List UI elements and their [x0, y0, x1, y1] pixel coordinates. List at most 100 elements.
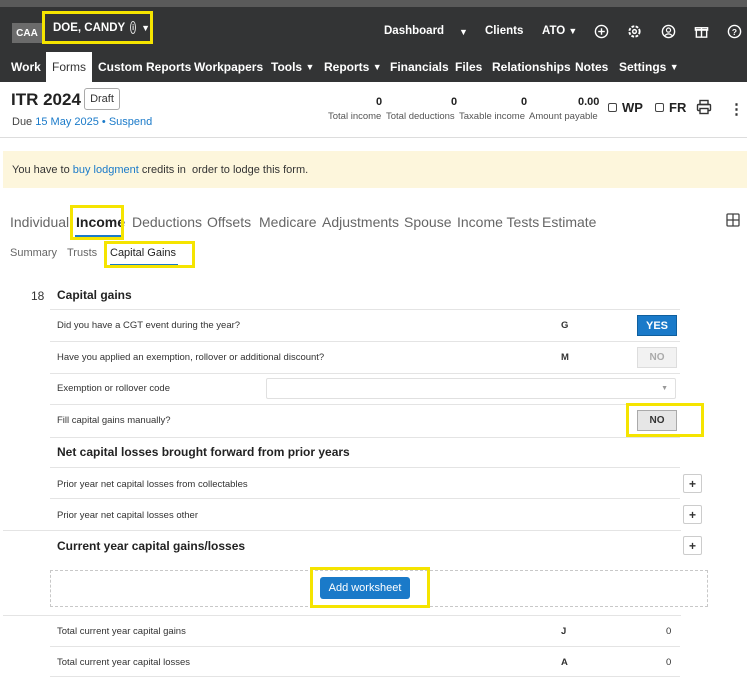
- status-badge: Draft: [84, 88, 120, 110]
- active-tab-indicator: [75, 235, 121, 237]
- subtab-trusts[interactable]: Trusts: [67, 247, 97, 259]
- section-title: Capital gains: [57, 288, 132, 302]
- tab-estimate[interactable]: Estimate: [542, 214, 596, 230]
- total-income-value: 0: [376, 96, 383, 108]
- fr-label: FR: [669, 100, 687, 115]
- client-selector[interactable]: DOE, CANDY i ▼: [42, 11, 153, 44]
- add-loss-other-button[interactable]: +: [683, 505, 702, 524]
- menu-financials[interactable]: Financials: [390, 52, 449, 82]
- warning-suffix: credits in order to lodge this form.: [138, 163, 309, 176]
- active-subtab-indicator: [110, 264, 178, 266]
- menu-tools[interactable]: Tools ▼: [271, 52, 314, 82]
- row-divider: [50, 437, 680, 438]
- user-icon[interactable]: [661, 24, 676, 39]
- manual-gains-no-button[interactable]: NO: [637, 410, 677, 431]
- ato-menu[interactable]: ATO ▼: [542, 25, 577, 37]
- menu-files[interactable]: Files: [455, 52, 482, 82]
- total-losses-label: Total current year capital losses: [57, 657, 191, 668]
- form-title: ITR 2024: [11, 90, 81, 109]
- due-line: Due 15 May 2025 • Suspend: [12, 116, 152, 128]
- dashboard-link[interactable]: Dashboard: [384, 25, 444, 37]
- help-icon[interactable]: ?: [727, 24, 742, 39]
- info-icon[interactable]: i: [130, 21, 137, 34]
- printer-icon[interactable]: [696, 99, 712, 115]
- divider: [0, 137, 747, 138]
- tab-adjustments[interactable]: Adjustments: [322, 214, 399, 230]
- taxable-income-value: 0: [521, 96, 528, 108]
- menu-relationships[interactable]: Relationships: [492, 52, 571, 82]
- lodgment-warning: You have to buy lodgment credits in orde…: [3, 151, 747, 188]
- svg-text:?: ?: [732, 27, 737, 37]
- total-losses-value: 0: [666, 657, 672, 668]
- wp-checkbox[interactable]: [608, 103, 617, 112]
- tab-offsets[interactable]: Offsets: [207, 214, 251, 230]
- grid-layout-icon[interactable]: [726, 213, 740, 227]
- wp-label: WP: [622, 100, 643, 115]
- tab-medicare[interactable]: Medicare: [259, 214, 317, 230]
- due-separator: •: [98, 116, 109, 128]
- subtab-capital-gains[interactable]: Capital Gains: [110, 247, 176, 259]
- dashboard-dropdown-icon[interactable]: ▼: [459, 27, 468, 37]
- total-deductions-label: Total deductions: [386, 111, 455, 122]
- row-divider: [50, 467, 680, 468]
- top-strip: [0, 0, 747, 7]
- row-divider: [3, 530, 681, 531]
- manual-gains-question: Fill capital gains manually?: [57, 415, 171, 426]
- menu-forms[interactable]: Forms: [46, 52, 92, 82]
- exemption-no-button[interactable]: NO: [637, 347, 677, 368]
- current-year-heading: Current year capital gains/losses: [57, 539, 246, 553]
- cgt-event-yes-button[interactable]: YES: [637, 315, 677, 336]
- clients-link[interactable]: Clients: [485, 25, 523, 37]
- tab-individual[interactable]: Individual: [10, 214, 69, 230]
- due-date-link[interactable]: 15 May 2025: [35, 116, 99, 128]
- more-options-icon[interactable]: ⋮: [729, 100, 744, 118]
- losses-heading: Net capital losses brought forward from …: [57, 445, 350, 459]
- subtab-summary[interactable]: Summary: [10, 247, 57, 259]
- row-divider: [50, 404, 680, 405]
- rollover-code-label: Exemption or rollover code: [57, 383, 170, 394]
- total-gains-code: J: [561, 626, 567, 637]
- menu-settings-label: Settings: [619, 60, 667, 74]
- taxable-income-label: Taxable income: [459, 111, 526, 122]
- total-losses-code: A: [561, 657, 568, 668]
- exemption-question: Have you applied an exemption, rollover …: [57, 352, 325, 363]
- tab-spouse[interactable]: Spouse: [404, 214, 451, 230]
- add-worksheet-button[interactable]: Add worksheet: [320, 577, 410, 599]
- row-divider: [50, 309, 680, 310]
- chevron-down-icon: ▼: [141, 22, 150, 33]
- add-loss-collectables-button[interactable]: +: [683, 474, 702, 493]
- total-gains-value: 0: [666, 626, 672, 637]
- loss-other-label: Prior year net capital losses other: [57, 510, 198, 521]
- tab-income-tests[interactable]: Income Tests: [457, 214, 539, 230]
- tab-income[interactable]: Income: [76, 214, 125, 230]
- gift-icon[interactable]: [694, 24, 709, 39]
- menu-workpapers[interactable]: Workpapers: [194, 52, 263, 82]
- cgt-event-question: Did you have a CGT event during the year…: [57, 320, 241, 331]
- chevron-down-icon: ▼: [305, 62, 315, 72]
- suspend-link[interactable]: Suspend: [109, 116, 152, 128]
- row-divider: [50, 498, 680, 499]
- menu-notes[interactable]: Notes: [575, 52, 608, 82]
- menu-tools-label: Tools: [271, 60, 303, 74]
- exemption-code: M: [561, 352, 569, 363]
- buy-lodgment-link[interactable]: buy lodgment: [73, 164, 139, 176]
- client-badge: CAA: [12, 23, 42, 43]
- due-prefix: Due: [12, 116, 36, 128]
- menu-reports-label: Reports: [324, 60, 370, 74]
- tab-deductions[interactable]: Deductions: [132, 214, 202, 230]
- add-current-year-button[interactable]: +: [683, 536, 702, 555]
- menu-settings[interactable]: Settings ▼: [619, 52, 679, 82]
- total-income-label: Total income: [328, 111, 382, 122]
- fr-checkbox[interactable]: [655, 103, 664, 112]
- add-circle-icon[interactable]: [594, 24, 609, 39]
- total-gains-label: Total current year capital gains: [57, 626, 186, 637]
- client-name: DOE, CANDY: [53, 21, 126, 34]
- menu-custom-reports[interactable]: Custom Reports: [98, 52, 191, 82]
- menu-reports[interactable]: Reports ▼: [324, 52, 382, 82]
- rollover-code-select[interactable]: ▼: [266, 378, 676, 399]
- menu-work[interactable]: Work: [11, 52, 41, 82]
- total-deductions-value: 0: [451, 96, 458, 108]
- gear-icon[interactable]: [627, 24, 642, 39]
- chevron-down-icon: ▼: [568, 26, 578, 36]
- chevron-down-icon: ▼: [669, 62, 679, 72]
